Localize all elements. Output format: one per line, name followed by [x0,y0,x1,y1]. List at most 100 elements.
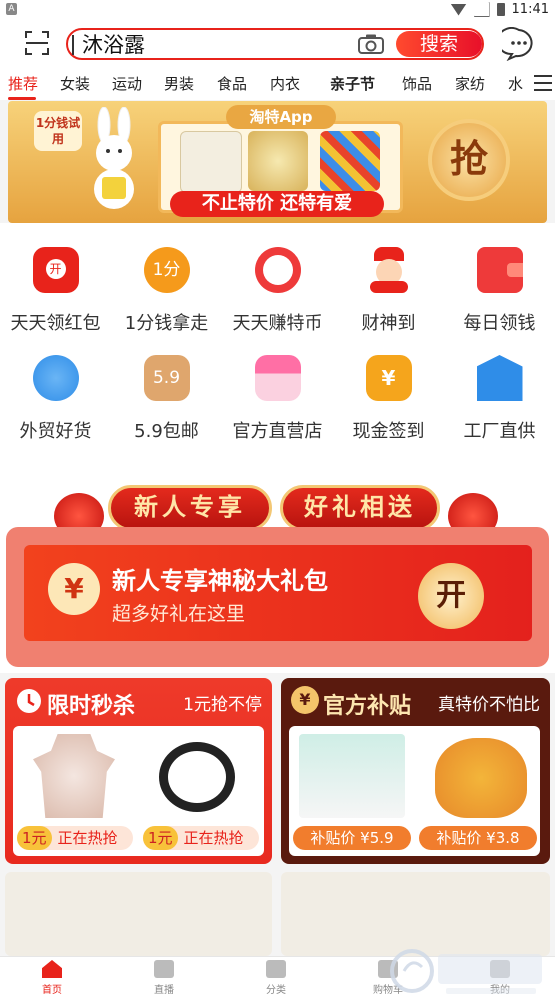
tab-home-textile[interactable]: 家纺 [455,73,485,94]
entry-label: 每日领钱 [463,313,536,334]
entry-label: 工厂直供 [463,421,536,442]
ribbon-gifts: 好礼相送 [280,485,440,531]
flash-sale-panel[interactable]: 限时秒杀 1元抢不停 1元 正在热抢 1元 正在热抢 [5,678,272,864]
subsidy-title: 官方补贴 [323,694,412,719]
live-tv-icon [154,960,174,978]
tab-mens[interactable]: 男装 [164,73,194,94]
nav-category[interactable]: 分类 [246,960,306,996]
subsidy-item-price[interactable]: 补贴价 ¥3.8 [419,826,537,850]
globe-plane-icon [32,355,79,401]
site-watermark-logo [390,949,542,994]
search-input[interactable]: 沐浴露 搜索 [66,28,484,60]
fortune-god-icon [366,247,412,293]
entry-label: 现金签到 [352,421,425,442]
tab-parent-child[interactable]: 亲子节 [330,73,375,94]
tab-accessories[interactable]: 饰品 [402,73,432,94]
entry-free-shipping[interactable]: 5.9 5.9包邮 [111,355,222,443]
flash-item-price[interactable]: 1元 正在热抢 [17,826,133,850]
entry-label: 财神到 [361,313,416,334]
lucky-cat-icon [254,247,301,293]
product-image [180,131,242,193]
alarm-clock-icon [17,689,41,713]
gift-panel[interactable]: ¥ 新人专享神秘大礼包 超多好礼在这里 开 [6,527,549,667]
yen-badge-icon: ¥ [291,686,319,714]
scan-icon[interactable] [24,30,50,56]
grab-button[interactable]: 抢 [428,119,510,201]
subsidy-items: 补贴价 ¥5.9 补贴价 ¥3.8 [289,726,540,856]
official-subsidy-panel[interactable]: ¥ 官方补贴 真特价不怕比 补贴价 ¥5.9 补贴价 ¥3.8 [281,678,550,864]
flash-item-price[interactable]: 1元 正在热抢 [143,826,259,850]
flash-sale-title: 限时秒杀 [47,694,136,719]
trial-badge: 1分钱试用 [34,111,82,151]
notification-icon: A [6,3,17,15]
search-query: 沐浴露 [82,33,145,57]
quick-entry-grid: 开 天天领红包 1分 1分钱拿走 天天赚特币 财神到 每日领钱 外贸好货 5.9… [0,223,555,463]
tab-food[interactable]: 食品 [217,73,247,94]
menu-icon[interactable] [534,75,552,91]
product-image-tissue[interactable] [299,734,405,818]
search-header: 沐浴露 搜索 [0,22,555,70]
product-image-cable[interactable] [159,742,235,812]
product-image [248,131,308,191]
product-image [320,131,380,191]
home-icon [42,960,62,978]
clock: 11:41 [511,2,549,17]
content-card-placeholder [5,872,272,956]
entry-factory-direct[interactable]: 工厂直供 [444,355,555,443]
tab-sports[interactable]: 运动 [112,73,142,94]
entry-foreign-trade[interactable]: 外贸好货 [0,355,111,443]
status-bar: A 11:41 [0,0,555,22]
tab-womens[interactable]: 女装 [60,73,90,94]
entry-one-cent[interactable]: 1分 1分钱拿走 [111,247,222,335]
entry-label: 官方直营店 [232,421,323,442]
product-image-dress[interactable] [33,734,115,818]
newcomer-gift-section: 新人专享 好礼相送 ¥ 新人专享神秘大礼包 超多好礼在这里 开 [0,463,555,673]
wallet-icon [476,247,523,293]
tab-recommend[interactable]: 推荐 [8,73,38,94]
entry-label: 天天领红包 [10,313,101,334]
flash-sale-subtitle: 1元抢不停 [183,695,262,715]
one-cent-icon: 1分 [143,247,190,293]
gift-title: 新人专享神秘大礼包 [112,567,328,595]
active-tab-indicator [8,97,36,100]
wifi-icon [450,3,467,16]
search-button[interactable]: 搜索 [396,31,482,57]
entry-cash-checkin[interactable]: ¥ 现金签到 [333,355,444,443]
product-image-snack[interactable] [435,738,527,818]
open-gift-button[interactable]: 开 [418,563,484,629]
package-box-icon: 5.9 [143,355,190,401]
entry-earn-coins[interactable]: 天天赚特币 [222,247,333,335]
gift-subtitle: 超多好礼在这里 [112,603,246,625]
entry-label: 5.9包邮 [134,421,199,442]
entry-fortune-god[interactable]: 财神到 [333,247,444,335]
entry-label: 天天赚特币 [232,313,323,334]
promo-banner[interactable]: 1分钱试用 淘特App 不止特价 还特有爱 抢 [8,101,547,223]
message-icon[interactable] [502,27,536,61]
entry-label: 1分钱拿走 [124,313,209,334]
signal-icon [473,2,490,17]
yen-icon: ¥ [48,563,100,615]
tab-more-truncated[interactable]: 水 [508,73,523,94]
entry-official-store[interactable]: 官方直营店 [222,355,333,443]
entry-red-packet[interactable]: 开 天天领红包 [0,247,111,335]
entry-label: 外贸好货 [19,421,92,442]
gift-card: ¥ 新人专享神秘大礼包 超多好礼在这里 开 [24,545,532,641]
flash-sale-items: 1元 正在热抢 1元 正在热抢 [13,726,264,856]
battery-icon [496,3,505,16]
red-packet-icon: 开 [32,247,79,293]
subsidy-subtitle: 真特价不怕比 [438,695,540,715]
factory-icon [476,355,523,401]
text-cursor [72,35,74,55]
banner-slogan: 不止特价 还特有爱 [170,191,384,217]
nav-home[interactable]: 首页 [22,960,82,996]
entry-daily-cash[interactable]: 每日领钱 [444,247,555,335]
category-tabs: 推荐 女装 运动 男装 食品 内衣 亲子节 饰品 家纺 水 [0,70,555,100]
camera-icon[interactable] [358,34,384,54]
app-label: 淘特App [226,105,336,129]
rabbit-mascot-icon [94,107,134,209]
subsidy-item-price[interactable]: 补贴价 ¥5.9 [293,826,411,850]
ribbon-newcomer: 新人专享 [108,485,272,531]
category-icon [266,960,286,978]
nav-live[interactable]: 直播 [134,960,194,996]
tab-underwear[interactable]: 内衣 [270,73,300,94]
